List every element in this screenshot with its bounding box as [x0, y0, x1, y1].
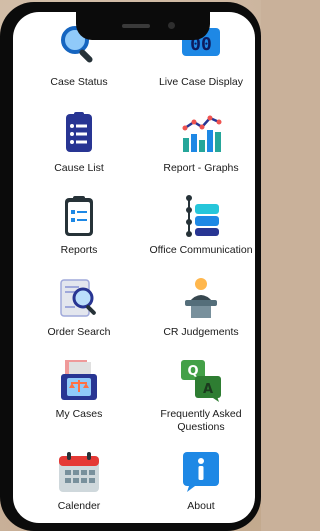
menu-item-faq[interactable]: Q A Frequently Asked Questions: [141, 358, 255, 434]
menu-label: Frequently Asked Questions: [160, 408, 242, 433]
front-camera: [168, 22, 175, 29]
menu-item-calender[interactable]: Calender: [19, 450, 139, 513]
menu-label: Calender: [57, 500, 101, 512]
flow-chart-icon: [179, 194, 223, 238]
phone-frame: Case Status 00 Live Case Display Cause L…: [0, 2, 261, 531]
speaker-podium-icon: [179, 276, 223, 320]
menu-item-report-graphs[interactable]: Report - Graphs: [141, 112, 255, 175]
qa-chat-icon: Q A: [179, 358, 223, 402]
menu-label: My Cases: [55, 408, 103, 420]
menu-item-office-communication[interactable]: Office Communication: [141, 194, 255, 257]
menu-label: Reports: [60, 244, 98, 256]
notch: [76, 12, 210, 40]
menu-item-cr-judgements[interactable]: CR Judgements: [141, 276, 255, 339]
calendar-icon: [57, 450, 101, 494]
menu-label: Cause List: [54, 162, 104, 174]
menu-item-reports[interactable]: Reports: [19, 194, 139, 257]
menu-label: Order Search: [47, 326, 111, 338]
menu-grid: Case Status 00 Live Case Display Cause L…: [13, 12, 255, 523]
menu-item-my-cases[interactable]: My Cases: [19, 358, 139, 421]
menu-item-order-search[interactable]: Order Search: [19, 276, 139, 339]
menu-item-about[interactable]: About: [141, 450, 255, 513]
law-tray-icon: [57, 358, 101, 402]
app-screen: Case Status 00 Live Case Display Cause L…: [13, 12, 255, 523]
menu-label: Live Case Display: [158, 76, 244, 88]
svg-text:A: A: [203, 382, 213, 397]
info-icon: [179, 450, 223, 494]
menu-item-cause-list[interactable]: Cause List: [19, 112, 139, 175]
bar-graph-icon: [179, 112, 223, 156]
list-document-icon: [57, 112, 101, 156]
menu-label: Office Communication: [149, 244, 253, 256]
document-search-icon: [57, 276, 101, 320]
speaker-grill: [122, 24, 150, 28]
menu-label: About: [187, 500, 215, 512]
clipboard-icon: [57, 194, 101, 238]
menu-label: CR Judgements: [163, 326, 239, 338]
menu-label: Report - Graphs: [163, 162, 239, 174]
menu-label: Case Status: [50, 76, 108, 88]
